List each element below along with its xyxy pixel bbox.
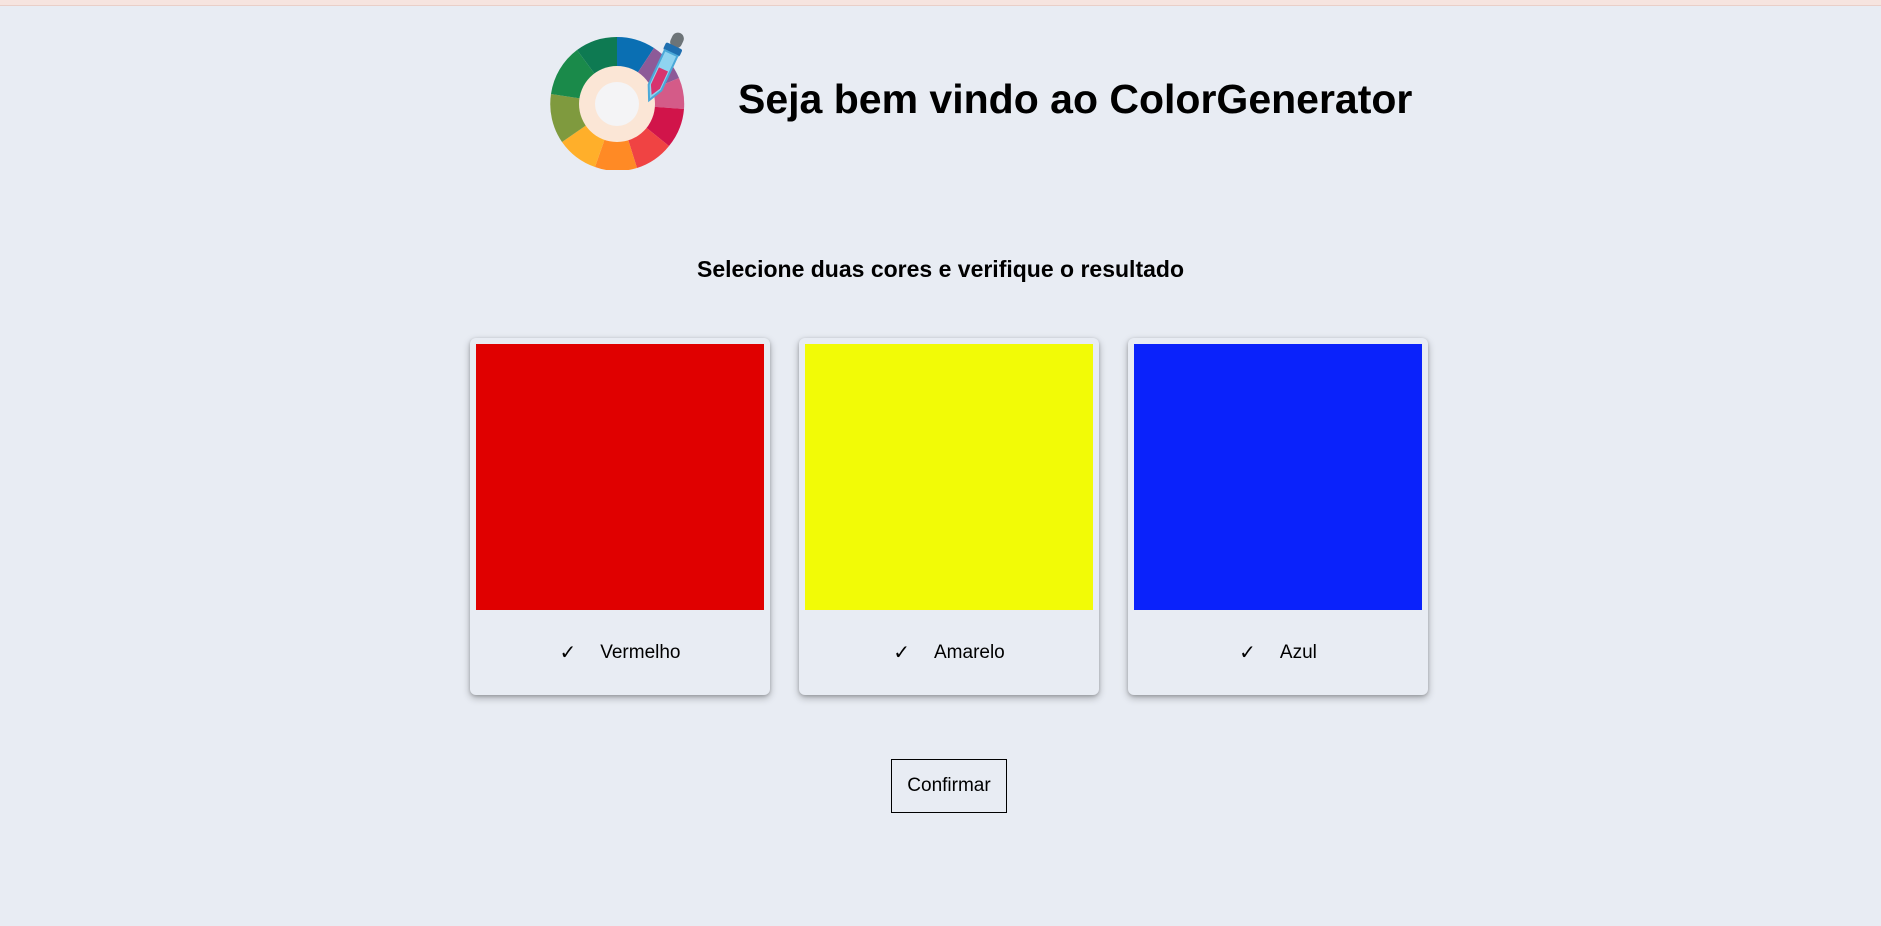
color-options: ✓ Vermelho ✓ Amarelo ✓ Azul [470, 338, 1428, 695]
checkmark-icon: ✓ [1239, 641, 1256, 664]
checkmark-icon: ✓ [893, 641, 910, 664]
color-card-amarelo[interactable]: ✓ Amarelo [799, 338, 1099, 695]
color-card-label-row: ✓ Amarelo [799, 610, 1099, 695]
color-card-label-row: ✓ Azul [1128, 610, 1428, 695]
browser-top-strip [0, 0, 1881, 6]
color-card-label-row: ✓ Vermelho [470, 610, 770, 695]
color-name: Amarelo [934, 641, 1005, 663]
instructions-text: Selecione duas cores e verifique o resul… [696, 256, 1184, 282]
header [545, 18, 710, 171]
color-name: Vermelho [600, 641, 681, 663]
page-title: Seja bem vindo ao ColorGenerator [738, 76, 1413, 122]
color-swatch [805, 344, 1093, 610]
color-card-vermelho[interactable]: ✓ Vermelho [470, 338, 770, 695]
color-swatch [476, 344, 764, 610]
checkmark-icon: ✓ [559, 641, 577, 664]
color-card-azul[interactable]: ✓ Azul [1128, 338, 1428, 695]
color-name: Azul [1279, 641, 1317, 663]
color-wheel-dropper-icon [545, 18, 710, 171]
color-swatch [1134, 344, 1422, 610]
confirm-button[interactable]: Confirmar [891, 759, 1007, 813]
